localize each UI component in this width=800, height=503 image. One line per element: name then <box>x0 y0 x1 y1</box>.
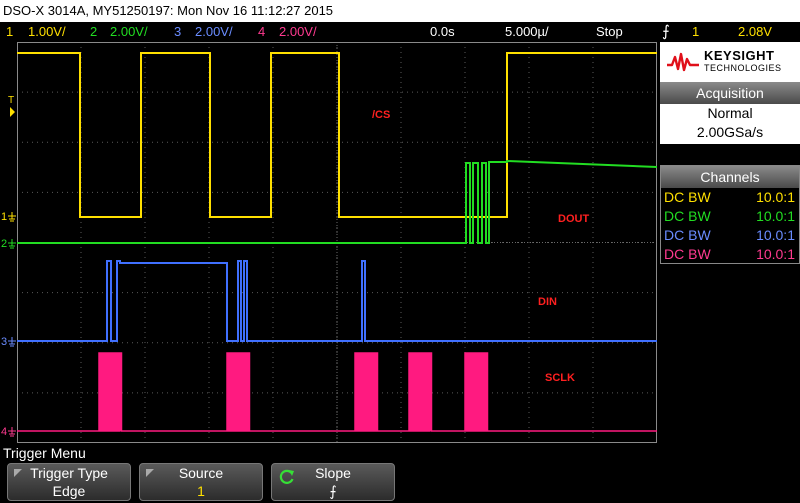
trigger-source[interactable]: 1 <box>692 22 699 41</box>
ch3-scale[interactable]: 2.00V/ <box>195 22 233 41</box>
ch3-ground-marker-label: 3 <box>1 336 7 348</box>
ch1-coupling: DC BW <box>664 189 711 205</box>
trigger-type-label: Trigger Type <box>30 465 108 481</box>
channel-row-3[interactable]: DC BW 10.0:1 <box>661 226 799 245</box>
annotation-dout: DOUT <box>558 213 589 225</box>
annotation-cs: /CS <box>372 109 390 121</box>
logo-brand: KEYSIGHT <box>704 48 775 63</box>
source-label: Source <box>178 465 224 481</box>
rotate-knob-icon <box>279 469 294 484</box>
ch4-scale[interactable]: 2.00V/ <box>279 22 317 41</box>
window-title: DSO-X 3014A, MY51250197: Mon Nov 16 11:1… <box>3 3 334 18</box>
ch3-probe: 10.0:1 <box>756 227 795 243</box>
ch3-ground-icon[interactable] <box>8 337 16 347</box>
ch4-ground-marker-label: 4 <box>1 426 7 438</box>
ch1-scale[interactable]: 1.00V/ <box>28 22 66 41</box>
ch3-coupling: DC BW <box>664 227 711 243</box>
acquisition-panel[interactable]: Acquisition Normal 2.00GSa/s <box>660 82 800 144</box>
ch1-ground-icon[interactable] <box>8 212 16 222</box>
ch2-probe: 10.0:1 <box>756 208 795 224</box>
ch3-number[interactable]: 3 <box>174 22 181 41</box>
trigger-type-value: Edge <box>52 483 86 499</box>
channel-row-4[interactable]: DC BW 10.0:1 <box>661 245 799 264</box>
ch2-scale[interactable]: 2.00V/ <box>110 22 148 41</box>
time-scale[interactable]: 5.000µ/ <box>505 22 549 41</box>
time-delay[interactable]: 0.0s <box>430 22 455 41</box>
slope-softkey[interactable]: Slope ⨍ <box>271 463 395 501</box>
acquisition-title: Acquisition <box>660 82 800 104</box>
ch4-coupling: DC BW <box>664 246 711 262</box>
logo-sub: TECHNOLOGIES <box>704 63 782 73</box>
trigger-type-softkey[interactable]: Trigger Type Edge <box>7 463 131 501</box>
trigger-edge-icon: ⨍ <box>662 23 670 40</box>
source-value: 1 <box>197 483 205 499</box>
ch1-probe: 10.0:1 <box>756 189 795 205</box>
source-softkey[interactable]: Source 1 <box>139 463 263 501</box>
acquisition-mode: Normal <box>707 105 753 121</box>
keysight-wave-icon <box>667 52 699 72</box>
ch2-number[interactable]: 2 <box>90 22 97 41</box>
softkey-arrow-icon <box>146 469 154 477</box>
ch1-number[interactable]: 1 <box>6 22 13 41</box>
channel-row-2[interactable]: DC BW 10.0:1 <box>661 207 799 226</box>
ch2-ground-icon[interactable] <box>8 239 16 249</box>
annotation-din: DIN <box>538 296 557 308</box>
annotation-sclk: SCLK <box>545 372 575 384</box>
keysight-logo: KEYSIGHT TECHNOLOGIES <box>660 42 800 82</box>
channel-status-bar: 1 1.00V/ 2 2.00V/ 3 2.00V/ 4 2.00V/ 0.0s… <box>0 22 800 41</box>
ch4-ground-icon[interactable] <box>8 427 16 437</box>
ch4-probe: 10.0:1 <box>756 246 795 262</box>
waveform-display[interactable]: /CS DOUT DIN SCLK <box>17 42 657 443</box>
acquisition-rate: 2.00GSa/s <box>696 124 764 140</box>
ch2-coupling: DC BW <box>664 208 711 224</box>
window-title-bar: DSO-X 3014A, MY51250197: Mon Nov 16 11:1… <box>0 0 800 22</box>
trigger-level-marker-label: T <box>8 95 14 106</box>
menu-title: Trigger Menu <box>3 445 86 461</box>
ch4-number[interactable]: 4 <box>258 22 265 41</box>
run-state[interactable]: Stop <box>596 22 623 41</box>
ch2-ground-marker-label: 2 <box>1 238 7 250</box>
trigger-level-marker[interactable] <box>10 107 15 117</box>
softkey-bar: Trigger Menu Trigger Type Edge Source 1 … <box>0 443 800 503</box>
channel-row-1[interactable]: DC BW 10.0:1 <box>661 188 799 207</box>
right-info-panel: KEYSIGHT TECHNOLOGIES Acquisition Normal… <box>660 42 800 443</box>
ch1-ground-marker-label: 1 <box>1 211 7 223</box>
softkey-arrow-icon <box>14 469 22 477</box>
trigger-level[interactable]: 2.08V <box>738 22 772 41</box>
channels-panel[interactable]: Channels DC BW 10.0:1 DC BW 10.0:1 DC BW… <box>660 165 800 264</box>
channels-title: Channels <box>661 166 799 188</box>
